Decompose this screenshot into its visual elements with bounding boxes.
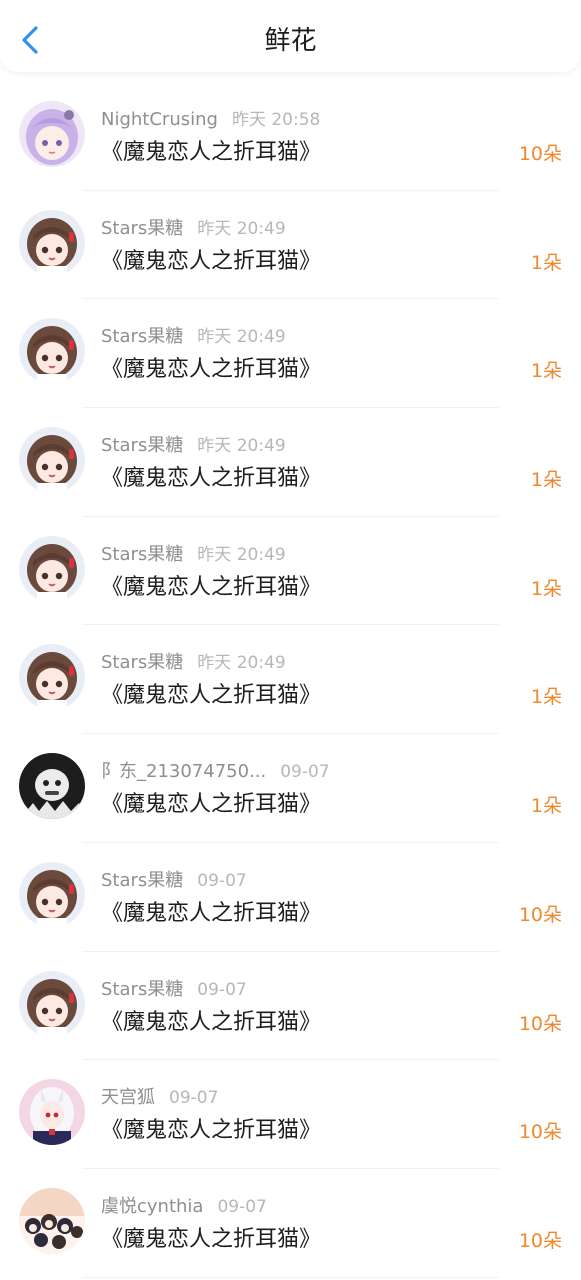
item-meta: 虞悦cynthia 09-07	[101, 1194, 267, 1220]
book-title[interactable]: 《魔鬼恋人之折耳猫》	[101, 247, 321, 277]
avatar[interactable]	[19, 209, 85, 276]
book-title[interactable]: 《魔鬼恋人之折耳猫》	[101, 681, 321, 711]
username[interactable]: 天宫狐	[101, 1085, 155, 1111]
list-item[interactable]: 虞悦cynthia 09-07 《魔鬼恋人之折耳猫》 10朵	[0, 1169, 581, 1278]
list-item[interactable]: Stars果糖 09-07 《魔鬼恋人之折耳猫》 10朵	[0, 952, 581, 1061]
list-item[interactable]: 天宫狐 09-07 《魔鬼恋人之折耳猫》 10朵	[0, 1060, 581, 1169]
item-meta: NightCrusing 昨天 20:58	[101, 107, 320, 133]
timestamp: 09-07	[169, 1088, 219, 1109]
flower-count: 10朵	[518, 143, 562, 165]
item-meta: Stars果糖 昨天 20:49	[101, 324, 286, 350]
timestamp: 昨天 20:49	[197, 436, 286, 457]
avatar[interactable]	[19, 1187, 85, 1254]
flower-count: 10朵	[518, 903, 562, 926]
flower-count: 1朵	[530, 795, 562, 818]
list-item[interactable]: Stars果糖 昨天 20:49 《魔鬼恋人之折耳猫》 1朵	[0, 191, 581, 300]
item-meta: Stars果糖 昨天 20:49	[101, 216, 286, 242]
top-bar: 鲜花	[0, 0, 581, 72]
list-item[interactable]: 阝东_213074750... 09-07 《魔鬼恋人之折耳猫》 1朵	[0, 734, 581, 843]
username[interactable]: Stars果糖	[101, 216, 183, 242]
list-item[interactable]: NightCrusing 昨天 20:58 《魔鬼恋人之折耳猫》 10朵	[0, 82, 581, 191]
book-title[interactable]: 《魔鬼恋人之折耳猫》	[101, 573, 321, 603]
timestamp: 09-07	[197, 979, 247, 1000]
flower-count: 10朵	[518, 1121, 562, 1144]
avatar[interactable]	[19, 644, 85, 711]
book-title[interactable]: 《魔鬼恋人之折耳猫》	[101, 464, 321, 494]
flower-count: 1朵	[530, 360, 562, 383]
item-meta: 阝东_213074750... 09-07	[101, 759, 330, 785]
username[interactable]: Stars果糖	[101, 868, 183, 894]
timestamp: 昨天 20:49	[197, 218, 286, 239]
timestamp: 昨天 20:49	[197, 327, 286, 348]
book-title[interactable]: 《魔鬼恋人之折耳猫》	[101, 899, 321, 929]
item-meta: Stars果糖 昨天 20:49	[101, 650, 286, 676]
flower-count: 1朵	[530, 469, 562, 492]
timestamp: 昨天 20:49	[197, 544, 286, 565]
item-meta: 天宫狐 09-07	[101, 1085, 218, 1111]
flower-count: 10朵	[518, 1012, 562, 1035]
username[interactable]: Stars果糖	[101, 324, 183, 350]
list-item[interactable]: Stars果糖 09-07 《魔鬼恋人之折耳猫》 10朵	[0, 843, 581, 952]
flower-count: 1朵	[530, 251, 562, 274]
book-title[interactable]: 《魔鬼恋人之折耳猫》	[101, 790, 321, 820]
item-meta: Stars果糖 昨天 20:49	[101, 433, 286, 459]
list-item[interactable]: Stars果糖 昨天 20:49 《魔鬼恋人之折耳猫》 1朵	[0, 517, 581, 626]
username[interactable]: Stars果糖	[101, 977, 183, 1003]
avatar[interactable]	[19, 1079, 85, 1146]
avatar[interactable]	[19, 318, 85, 385]
list-item[interactable]: Stars果糖 昨天 20:49 《魔鬼恋人之折耳猫》 1朵	[0, 625, 581, 735]
book-title[interactable]: 《魔鬼恋人之折耳猫》	[101, 1008, 321, 1038]
flower-count: 10朵	[518, 1229, 562, 1252]
username[interactable]: Stars果糖	[101, 650, 183, 676]
timestamp: 昨天 20:58	[231, 110, 321, 130]
list-item[interactable]: Stars果糖 昨天 20:49 《魔鬼恋人之折耳猫》 1朵	[0, 299, 581, 409]
flower-count: 1朵	[530, 577, 562, 600]
username[interactable]: Stars果糖	[101, 433, 183, 459]
flower-list: NightCrusing 昨天 20:58 《魔鬼恋人之折耳猫》 10朵 Star…	[0, 82, 581, 1278]
divider	[82, 1276, 499, 1278]
timestamp: 09-07	[197, 870, 247, 891]
avatar[interactable]	[19, 101, 85, 167]
username[interactable]: 虞悦cynthia	[101, 1194, 203, 1220]
book-title[interactable]: 《魔鬼恋人之折耳猫》	[101, 1116, 321, 1146]
item-meta: Stars果糖 09-07	[101, 868, 247, 894]
item-meta: Stars果糖 09-07	[101, 977, 247, 1003]
avatar[interactable]	[19, 427, 85, 494]
book-title[interactable]: 《魔鬼恋人之折耳猫》	[101, 355, 321, 385]
timestamp: 09-07	[280, 762, 330, 783]
avatar[interactable]	[19, 861, 85, 928]
avatar[interactable]	[19, 753, 85, 820]
book-title[interactable]: 《魔鬼恋人之折耳猫》	[101, 1225, 321, 1255]
timestamp: 昨天 20:49	[197, 653, 286, 674]
list-item[interactable]: Stars果糖 昨天 20:49 《魔鬼恋人之折耳猫》 1朵	[0, 408, 581, 517]
avatar[interactable]	[19, 970, 85, 1037]
avatar[interactable]	[19, 535, 85, 602]
flower-count: 1朵	[530, 686, 562, 709]
username[interactable]: Stars果糖	[101, 542, 183, 568]
page-title: 鲜花	[264, 26, 317, 56]
username[interactable]: NightCrusing	[101, 107, 218, 133]
item-meta: Stars果糖 昨天 20:49	[101, 542, 286, 568]
timestamp: 09-07	[217, 1196, 267, 1217]
username[interactable]: 阝东_213074750...	[101, 759, 266, 785]
book-title[interactable]: 《魔鬼恋人之折耳猫》	[101, 138, 321, 168]
